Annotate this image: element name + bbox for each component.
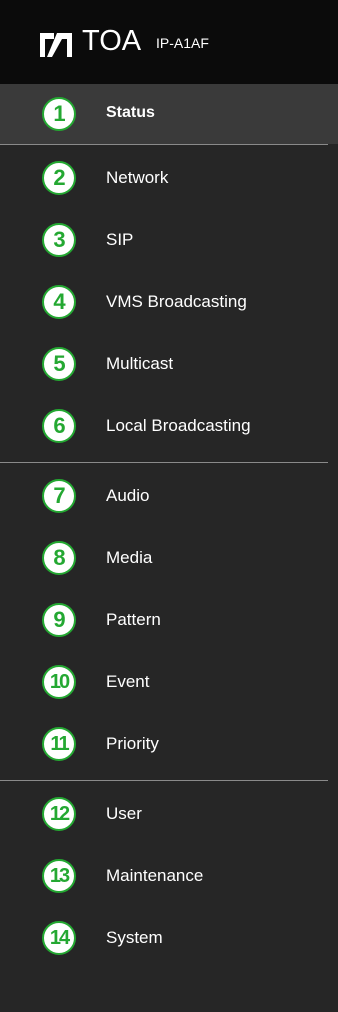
sidebar-item-sip[interactable]: 3 SIP bbox=[0, 215, 338, 265]
sidebar-item-event[interactable]: 10 Event bbox=[0, 657, 338, 707]
sidebar-item-label: Pattern bbox=[106, 610, 161, 629]
number-4-icon: 4 bbox=[42, 285, 76, 319]
number-10-icon: 10 bbox=[42, 665, 76, 699]
sidebar-item-maintenance[interactable]: 13 Maintenance bbox=[0, 851, 338, 901]
number-2-icon: 2 bbox=[42, 161, 76, 195]
header: TOA IP-A1AF bbox=[0, 0, 338, 84]
sidebar-item-label: Status bbox=[106, 104, 155, 121]
sidebar-item-media[interactable]: 8 Media bbox=[0, 533, 338, 583]
sidebar-item-label: Maintenance bbox=[106, 866, 204, 885]
number-7-icon: 7 bbox=[42, 479, 76, 513]
sidebar-item-network[interactable]: 2 Network bbox=[0, 153, 338, 203]
divider bbox=[0, 780, 328, 781]
divider bbox=[0, 462, 328, 463]
sidebar-item-pattern[interactable]: 9 Pattern bbox=[0, 595, 338, 645]
divider bbox=[0, 144, 328, 145]
number-14-icon: 14 bbox=[42, 921, 76, 955]
sidebar-item-label: Network bbox=[106, 168, 169, 187]
sidebar-item-system[interactable]: 14 System bbox=[0, 913, 338, 963]
sidebar-item-label: Audio bbox=[106, 486, 150, 505]
number-6-icon: 6 bbox=[42, 409, 76, 443]
number-5-icon: 5 bbox=[42, 347, 76, 381]
number-9-icon: 9 bbox=[42, 603, 76, 637]
number-11-icon: 11 bbox=[42, 727, 76, 761]
sidebar-item-label: Event bbox=[106, 672, 150, 691]
model-name: IP-A1AF bbox=[156, 35, 209, 51]
number-1-icon: 1 bbox=[42, 97, 76, 131]
number-12-icon: 12 bbox=[42, 797, 76, 831]
sidebar-item-vms-broadcasting[interactable]: 4 VMS Broadcasting bbox=[0, 277, 338, 327]
sidebar-item-label: Multicast bbox=[106, 354, 174, 373]
brand-name: TOA bbox=[82, 25, 142, 57]
sidebar-item-label: SIP bbox=[106, 230, 134, 249]
number-3-icon: 3 bbox=[42, 223, 76, 257]
sidebar-item-local-broadcasting[interactable]: 6 Local Broadcasting bbox=[0, 401, 338, 451]
sidebar-item-label: User bbox=[106, 804, 142, 823]
sidebar-item-label: Media bbox=[106, 548, 153, 567]
sidebar-item-label: VMS Broadcasting bbox=[106, 292, 247, 311]
sidebar: TOA IP-A1AF 1 Status 2 Network 3 SIP 4 V… bbox=[0, 0, 338, 1012]
number-8-icon: 8 bbox=[42, 541, 76, 575]
number-13-icon: 13 bbox=[42, 859, 76, 893]
sidebar-item-audio[interactable]: 7 Audio bbox=[0, 471, 338, 521]
sidebar-item-label: Local Broadcasting bbox=[106, 416, 251, 435]
sidebar-item-status[interactable]: 1 Status bbox=[0, 89, 338, 139]
sidebar-item-priority[interactable]: 11 Priority bbox=[0, 719, 338, 769]
toa-logo-icon bbox=[40, 33, 72, 57]
sidebar-item-user[interactable]: 12 User bbox=[0, 789, 338, 839]
sidebar-item-label: System bbox=[106, 928, 163, 947]
sidebar-item-label: Priority bbox=[106, 734, 159, 753]
sidebar-item-multicast[interactable]: 5 Multicast bbox=[0, 339, 338, 389]
